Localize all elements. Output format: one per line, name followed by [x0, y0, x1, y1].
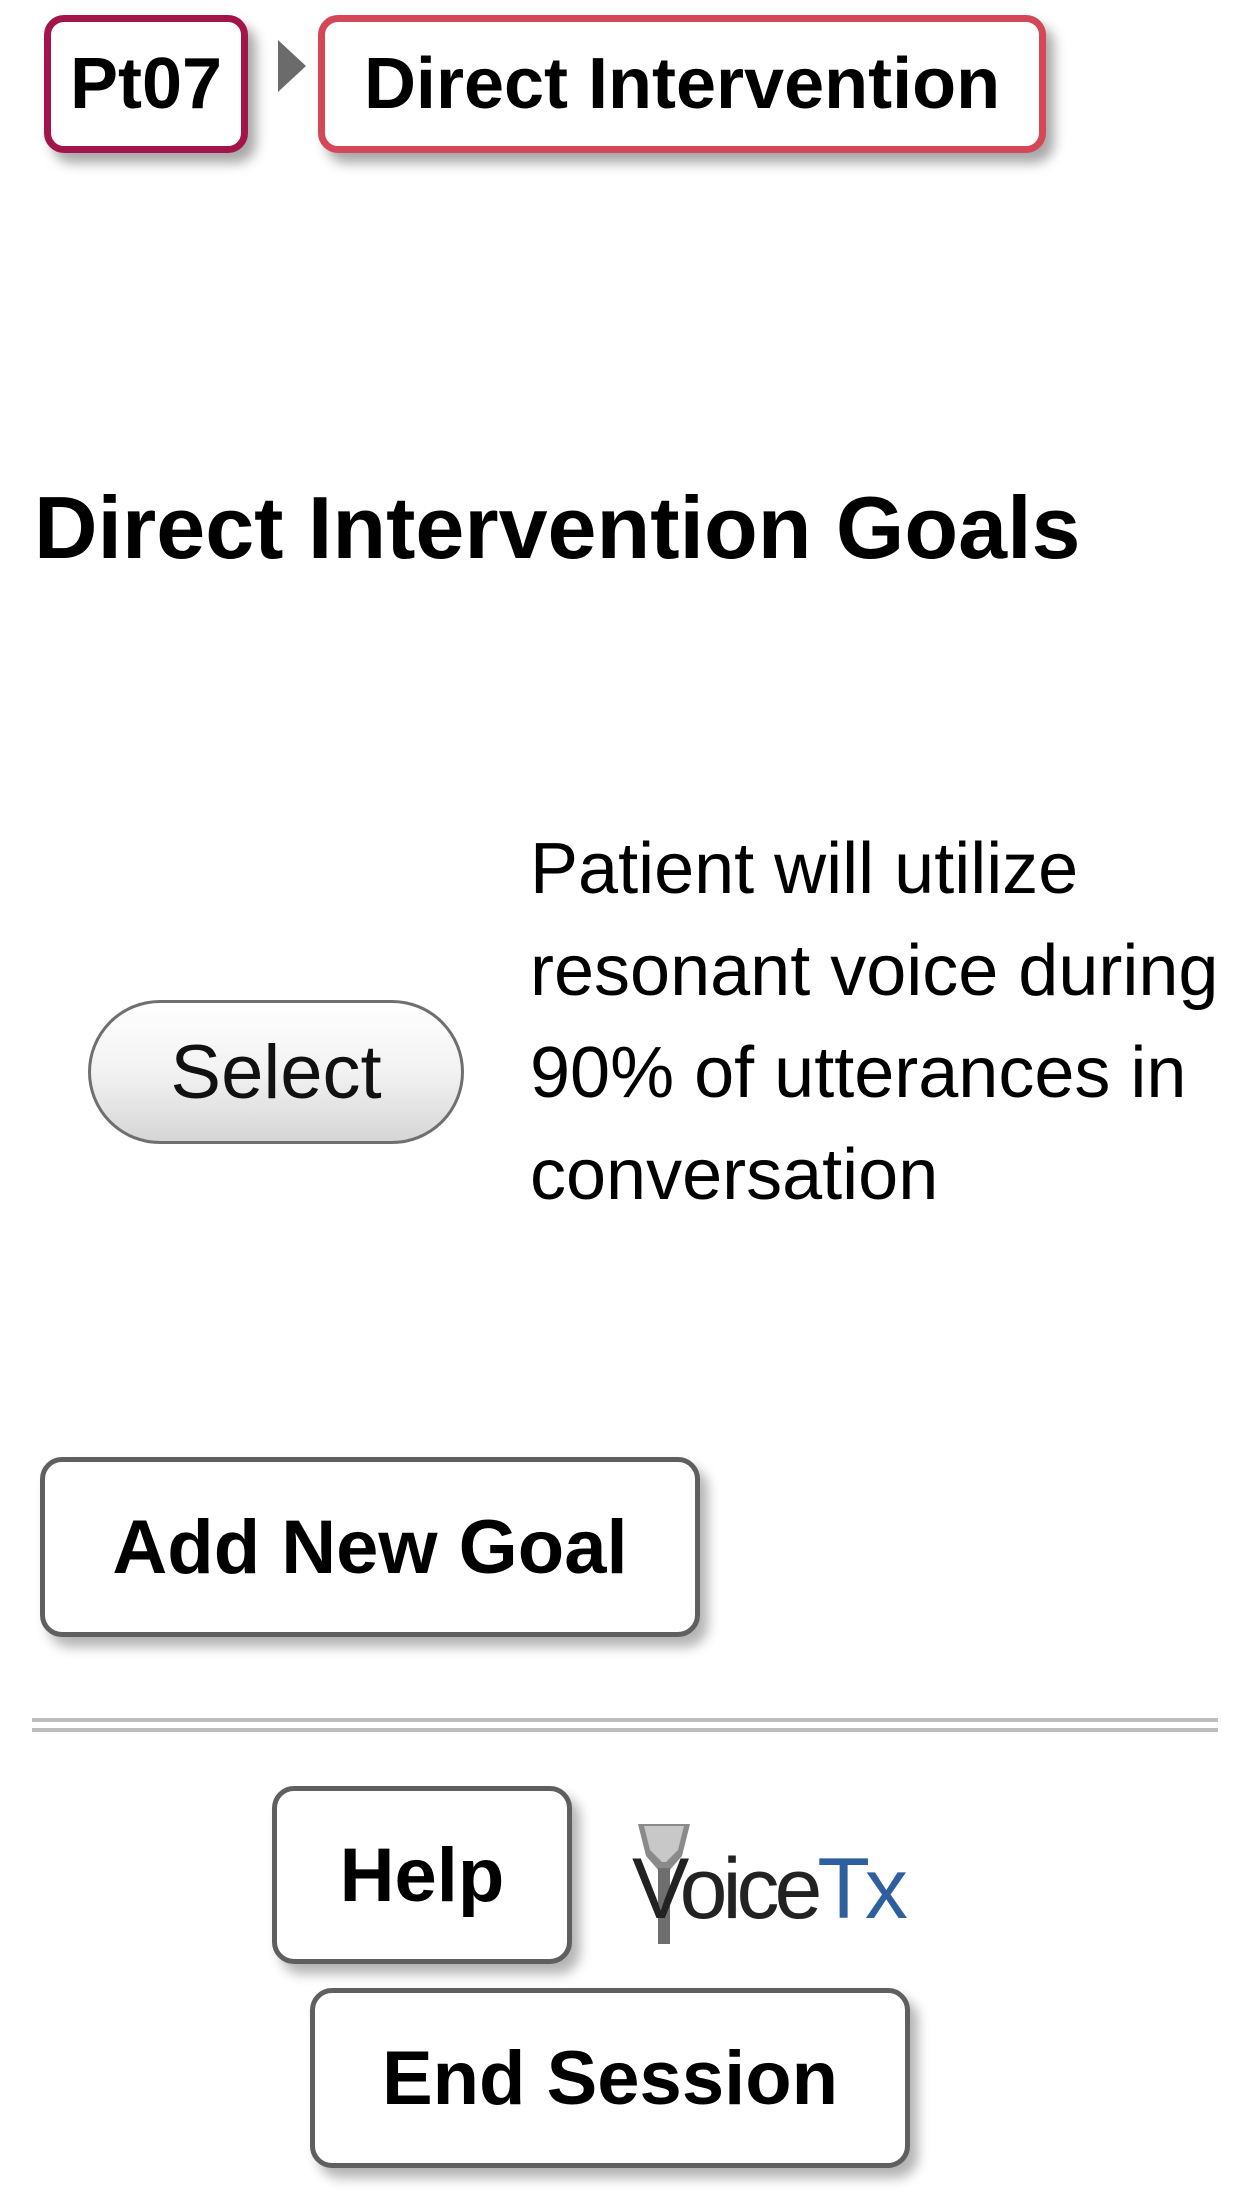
- breadcrumb-section-label: Direct Intervention: [363, 44, 1001, 124]
- logo-text-voice: Voice: [632, 1841, 820, 1937]
- end-session-label: End Session: [381, 2035, 839, 2121]
- add-new-goal-label: Add New Goal: [112, 1504, 628, 1590]
- divider: [32, 1718, 1218, 1732]
- select-goal-button[interactable]: Select: [88, 1000, 464, 1144]
- end-session-button[interactable]: End Session: [310, 1988, 910, 2168]
- help-label: Help: [339, 1832, 505, 1918]
- breadcrumb-section-button[interactable]: Direct Intervention: [318, 15, 1046, 153]
- page-title: Direct Intervention Goals: [34, 478, 1081, 577]
- logo-text-tx: Tx: [817, 1841, 908, 1937]
- breadcrumb-separator-arrow-icon: [278, 40, 306, 92]
- help-button[interactable]: Help: [272, 1786, 572, 1964]
- breadcrumb-patient-label: Pt07: [69, 44, 223, 124]
- select-goal-label: Select: [170, 1029, 382, 1115]
- svg-text:VoiceTx: VoiceTx: [632, 1841, 908, 1937]
- goal-description: Patient will utilize resonant voice duri…: [530, 829, 1219, 1215]
- breadcrumb-patient-button[interactable]: Pt07: [44, 15, 248, 153]
- voicetx-logo: VoiceTx: [632, 1824, 913, 1944]
- add-new-goal-button[interactable]: Add New Goal: [40, 1457, 700, 1637]
